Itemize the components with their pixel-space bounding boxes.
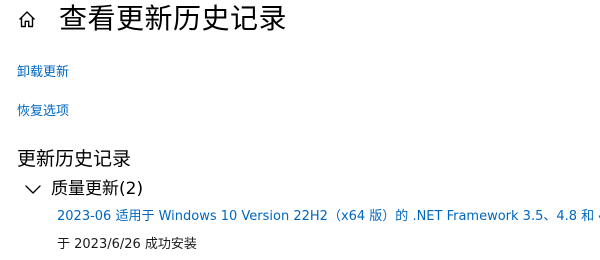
quality-updates-group-label: 质量更新(2) [51,179,144,199]
update-history-heading: 更新历史记录 [17,148,132,170]
update-item-link[interactable]: 2023-06 适用于 Windows 10 Version 22H2（x64 … [57,209,600,225]
chevron-down-icon [25,185,41,194]
page-title: 查看更新历史记录 [59,2,288,35]
home-button[interactable] [17,9,37,29]
recovery-options-link[interactable]: 恢复选项 [17,104,69,120]
uninstall-updates-link[interactable]: 卸载更新 [17,65,69,81]
quality-updates-group-toggle[interactable]: 质量更新(2) [24,177,143,201]
home-icon [19,11,35,28]
update-item-status: 于 2023/6/26 成功安装 [57,237,197,252]
